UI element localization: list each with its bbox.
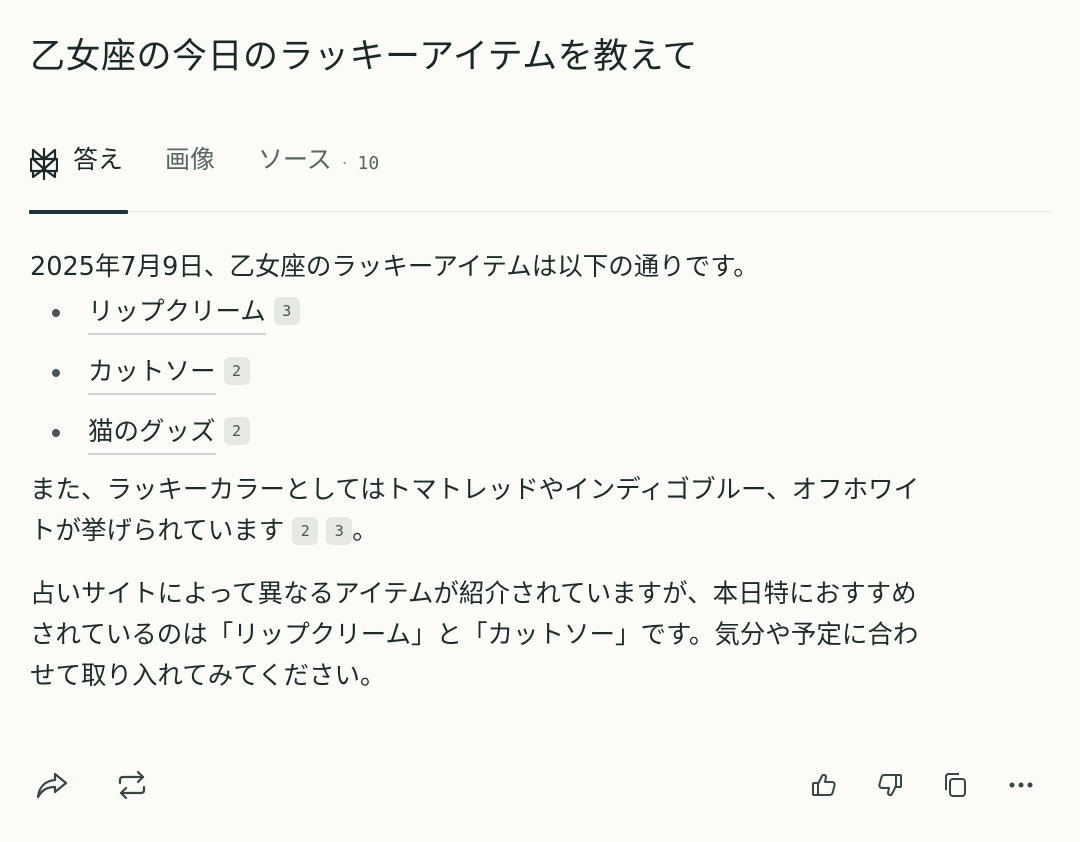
dislike-button[interactable] <box>868 763 912 807</box>
copy-icon <box>942 772 968 798</box>
item-link[interactable]: カットソー <box>88 352 216 395</box>
summary-line-2: されているのは「リップクリーム」と「カットソー」です。気分や予定に合わ <box>30 620 919 650</box>
rewrite-icon <box>116 770 148 800</box>
active-tab-indicator <box>29 210 128 214</box>
more-button[interactable] <box>999 763 1043 807</box>
citation-badge[interactable]: 2 <box>292 517 319 545</box>
tab-sources-label: ソース <box>258 145 332 174</box>
citation-badge[interactable]: 3 <box>326 517 353 545</box>
citation-badge[interactable]: 3 <box>273 297 300 325</box>
list-item: リップクリーム 3 <box>30 292 1052 352</box>
summary-paragraph: 占いサイトによって異なるアイテムが紹介されていますが、本日特におすすめ されてい… <box>30 574 1052 697</box>
colors-line-2: トが挙げられています <box>30 516 285 546</box>
tab-images[interactable]: 画像 <box>165 140 215 213</box>
question-title: 乙女座の今日のラッキーアイテムを教えて <box>30 37 698 77</box>
more-icon <box>1008 781 1034 789</box>
bullet <box>52 429 60 437</box>
item-link[interactable]: 猫のグッズ <box>88 412 216 455</box>
perplexity-logo-icon <box>29 147 59 181</box>
tab-answer[interactable]: 答え <box>29 140 128 214</box>
share-icon <box>35 770 69 800</box>
citation-badge[interactable]: 2 <box>223 417 250 445</box>
bullet <box>52 369 60 377</box>
answer-intro: 2025年7月9日、乙女座のラッキーアイテムは以下の通りです。 <box>30 252 759 282</box>
result-tabs: 答え 画像 ソース · 10 <box>29 140 1052 214</box>
item-link[interactable]: リップクリーム <box>88 292 266 335</box>
copy-button[interactable] <box>933 763 977 807</box>
thumbs-down-icon <box>877 772 903 798</box>
colors-end: 。 <box>352 516 378 546</box>
tab-sources-separator: · <box>341 153 348 174</box>
tab-images-label: 画像 <box>165 145 216 174</box>
colors-line-1: また、ラッキーカラーとしてはトマトレッドやインディゴブルー、オフホワイ <box>30 475 920 505</box>
lucky-items-list: リップクリーム 3 カットソー 2 猫のグッズ 2 <box>30 292 1052 472</box>
like-button[interactable] <box>802 763 846 807</box>
tab-answer-label: 答え <box>73 145 124 174</box>
tab-sources[interactable]: ソース · 10 <box>258 140 379 213</box>
thumbs-up-icon <box>811 772 837 798</box>
rewrite-button[interactable] <box>110 763 154 807</box>
bullet <box>52 309 60 317</box>
list-item: 猫のグッズ 2 <box>30 412 1052 472</box>
answer-body: 2025年7月9日、乙女座のラッキーアイテムは以下の通りです。 リップクリーム … <box>30 247 1052 697</box>
lucky-colors-paragraph: また、ラッキーカラーとしてはトマトレッドやインディゴブルー、オフホワイ トが挙げ… <box>30 470 1052 552</box>
tab-sources-count: 10 <box>357 153 380 174</box>
summary-line-1: 占いサイトによって異なるアイテムが紹介されていますが、本日特におすすめ <box>30 579 917 609</box>
answer-actions <box>30 763 1052 807</box>
summary-line-3: せて取り入れてみてください。 <box>30 661 386 691</box>
citation-badge[interactable]: 2 <box>223 357 250 385</box>
list-item: カットソー 2 <box>30 352 1052 412</box>
share-button[interactable] <box>30 763 74 807</box>
